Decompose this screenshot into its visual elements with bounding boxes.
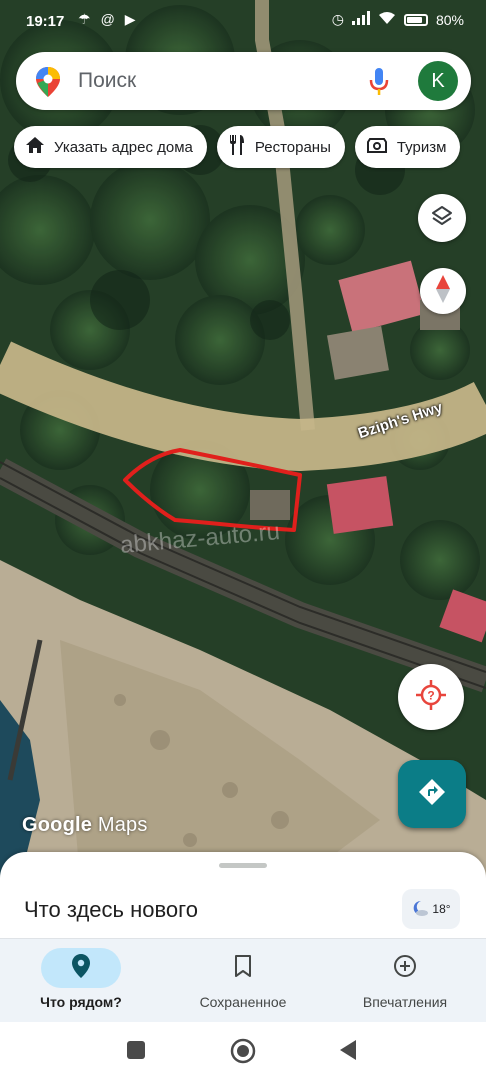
signal-icon <box>351 11 370 28</box>
compass-button[interactable] <box>420 268 466 314</box>
status-time: 19:17 <box>26 13 65 30</box>
home-button[interactable] <box>230 1038 256 1069</box>
chip-label: Рестораны <box>254 138 331 156</box>
layers-icon <box>430 204 454 233</box>
category-chips: Указать адрес дома Рестораны Туризм <box>14 126 461 168</box>
status-bar: 19:17 ☂ @ ▶ ◷ 80% <box>0 0 486 44</box>
google-maps-logo: Google Maps <box>22 814 148 836</box>
compass-icon <box>435 274 451 308</box>
chip-label: Указать адрес дома <box>54 138 193 156</box>
my-location-button[interactable]: ? <box>398 664 464 730</box>
bottom-navigation: Что рядом? Сохраненное Впечатления <box>0 938 486 1023</box>
back-button[interactable] <box>340 1040 358 1065</box>
directions-icon <box>417 777 447 812</box>
microphone-icon[interactable] <box>368 67 390 102</box>
sheet-title: Что здесь нового <box>24 897 198 922</box>
weather-moon-icon <box>411 899 429 920</box>
avatar[interactable]: K <box>418 61 458 101</box>
nav-explore[interactable]: Что рядом? <box>0 939 162 1023</box>
directions-button[interactable] <box>398 760 466 828</box>
nav-label: Впечатления <box>362 994 448 1010</box>
nav-label: Что рядом? <box>40 994 122 1010</box>
play-icon: ▶ <box>124 11 136 27</box>
location-unknown-icon: ? <box>416 679 446 715</box>
chip-tourism[interactable]: Туризм <box>354 126 461 168</box>
battery-icon <box>403 13 428 26</box>
battery-level: 80% <box>435 11 464 28</box>
nav-contribute[interactable]: Впечатления <box>324 939 486 1023</box>
location-pin-icon <box>72 953 90 983</box>
chip-restaurants[interactable]: Рестораны <box>216 126 345 168</box>
restaurant-icon <box>229 135 245 159</box>
chip-home-address[interactable]: Указать адрес дома <box>14 126 207 168</box>
nav-label: Сохраненное <box>199 994 287 1010</box>
explore-sheet[interactable]: Что здесь нового 18° <box>0 852 486 952</box>
umbrella-icon: ☂ <box>78 11 91 27</box>
recents-button[interactable] <box>127 1041 145 1064</box>
attraction-icon <box>366 136 387 158</box>
system-navigation-bar <box>0 1022 486 1080</box>
alarm-icon: ◷ <box>331 11 344 27</box>
add-circle-icon <box>393 954 417 983</box>
search-bar[interactable]: Поиск K <box>16 52 471 110</box>
home-icon <box>26 137 44 157</box>
nav-saved[interactable]: Сохраненное <box>162 939 324 1023</box>
chip-label: Туризм <box>396 138 447 156</box>
layers-button[interactable] <box>418 194 466 242</box>
google-maps-pin-icon <box>36 67 60 102</box>
wifi-icon <box>378 11 396 28</box>
bookmark-icon <box>234 954 252 982</box>
weather-badge[interactable]: 18° <box>402 889 460 929</box>
sheet-drag-handle[interactable] <box>219 863 267 868</box>
search-input[interactable]: Поиск <box>78 69 136 93</box>
threads-icon: @ <box>100 11 115 27</box>
svg-text:?: ? <box>427 688 434 702</box>
weather-temp: 18° <box>432 902 451 916</box>
